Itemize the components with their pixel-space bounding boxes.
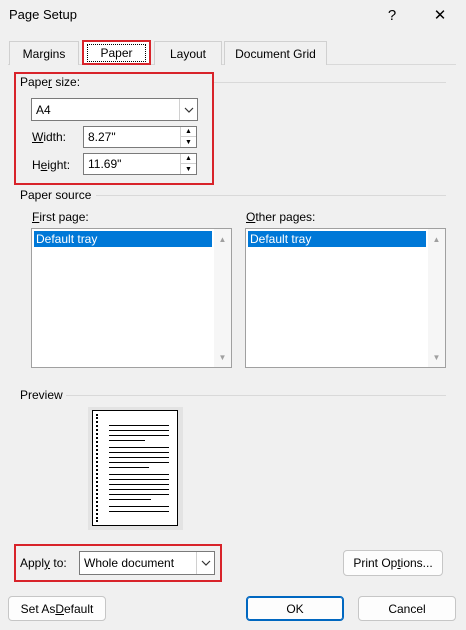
height-label: Height:	[32, 158, 71, 172]
preview-divider	[66, 395, 446, 396]
ok-button[interactable]: OK	[246, 596, 344, 621]
paper-size-select[interactable]: A4	[31, 98, 198, 121]
preview-margin-marks	[96, 414, 98, 522]
spin-down-icon[interactable]: ▼	[181, 164, 196, 174]
tab-document-grid[interactable]: Document Grid	[224, 41, 327, 65]
other-pages-scrollbar[interactable]: ▲ ▼	[428, 229, 445, 367]
tab-paper[interactable]: Paper	[82, 40, 151, 65]
preview-page	[92, 410, 178, 526]
apply-to-label: Apply to:	[20, 556, 67, 570]
apply-to-select[interactable]: Whole document	[79, 551, 215, 575]
width-label: Width:	[32, 130, 67, 144]
other-pages-list[interactable]: Default tray ▲ ▼	[245, 228, 446, 368]
list-item[interactable]: Default tray	[34, 231, 212, 247]
paper-size-divider	[214, 82, 446, 83]
paper-source-divider	[96, 195, 446, 196]
scroll-up-icon[interactable]: ▲	[428, 231, 445, 247]
tab-margins[interactable]: Margins	[9, 41, 79, 65]
first-page-list[interactable]: Default tray ▲ ▼	[31, 228, 232, 368]
help-icon: ?	[387, 6, 397, 24]
chevron-down-icon	[179, 99, 197, 120]
height-spinner[interactable]: 11.69" ▲ ▼	[83, 153, 197, 175]
window-title: Page Setup	[9, 7, 77, 22]
preview-area	[88, 407, 183, 530]
spin-up-icon[interactable]: ▲	[181, 154, 196, 164]
close-button[interactable]: ✕	[418, 0, 462, 30]
first-page-label: First page:	[32, 210, 89, 224]
preview-label: Preview	[20, 388, 63, 402]
paper-size-label: Paper size:	[20, 75, 81, 89]
first-page-scrollbar[interactable]: ▲ ▼	[214, 229, 231, 367]
paper-source-label: Paper source	[20, 188, 92, 202]
close-icon: ✕	[433, 7, 447, 24]
scroll-down-icon[interactable]: ▼	[214, 349, 231, 365]
print-options-button[interactable]: Print Op t ions...	[343, 550, 443, 576]
width-spinner[interactable]: 8.27" ▲ ▼	[83, 126, 197, 148]
set-as-default-button[interactable]: Set As Default	[8, 596, 106, 621]
help-button[interactable]: ?	[370, 0, 414, 30]
chevron-down-icon	[196, 552, 214, 574]
spin-up-icon[interactable]: ▲	[181, 127, 196, 137]
scroll-up-icon[interactable]: ▲	[214, 231, 231, 247]
other-pages-label: Other pages:	[246, 210, 316, 224]
list-item[interactable]: Default tray	[248, 231, 426, 247]
scroll-down-icon[interactable]: ▼	[428, 349, 445, 365]
spin-down-icon[interactable]: ▼	[181, 137, 196, 147]
cancel-button[interactable]: Cancel	[358, 596, 456, 621]
tab-layout[interactable]: Layout	[154, 41, 222, 65]
